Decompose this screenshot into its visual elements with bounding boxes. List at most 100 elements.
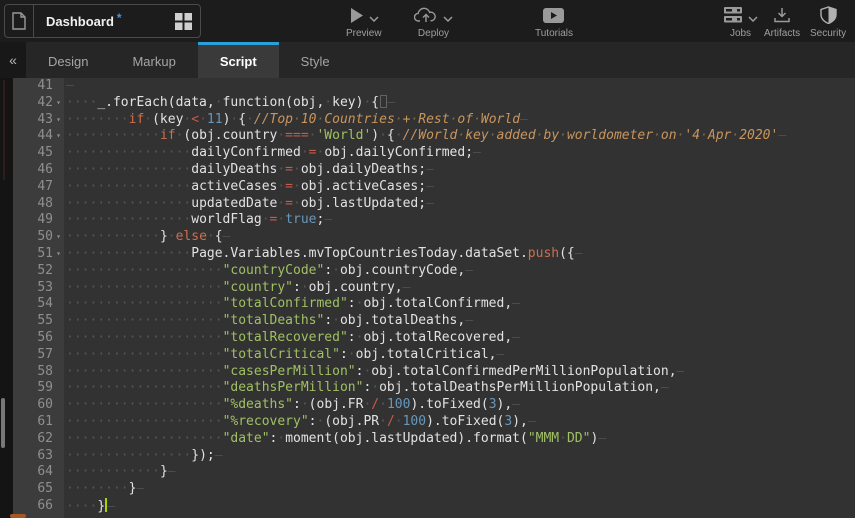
newline-glyph: –	[528, 414, 536, 429]
code-line[interactable]: ········if·(key·<·11)·{·//Top·10·Countri…	[66, 112, 855, 129]
preview-button[interactable]: Preview	[346, 5, 382, 39]
script-editor: 4142▾43▾44▾454647484950▾51▾5253545556575…	[0, 78, 855, 518]
code-line[interactable]: ············}–	[66, 464, 855, 481]
app-window: Dashboard * Preview	[0, 0, 855, 518]
code-line[interactable]: ····················"country":·obj.count…	[66, 280, 855, 297]
code-line[interactable]: ····}–	[66, 498, 855, 515]
annotation-marker	[3, 80, 5, 180]
code-line[interactable]: ····················"totalRecovered":·ob…	[66, 330, 855, 347]
code-line[interactable]: ····················"totalConfirmed":·ob…	[66, 296, 855, 313]
security-label: Security	[810, 28, 846, 39]
code-line[interactable]: ················});–	[66, 448, 855, 465]
cloud-upload-icon	[414, 7, 438, 24]
left-panel-strip	[0, 78, 13, 518]
security-button[interactable]: Security	[810, 5, 846, 39]
code-line[interactable]: ········}–	[66, 481, 855, 498]
fold-slot	[53, 280, 64, 297]
gutter-line-number: 50▾	[13, 229, 64, 246]
code-line[interactable]: ················worldFlag·=·true;–	[66, 212, 855, 229]
gutter: 4142▾43▾44▾454647484950▾51▾5253545556575…	[13, 78, 64, 518]
collapse-panel-button[interactable]: «	[0, 42, 26, 78]
code-line[interactable]: ····················"countryCode":·obj.c…	[66, 263, 855, 280]
tab-script[interactable]: Script	[198, 42, 279, 78]
fold-slot	[53, 364, 64, 381]
tutorials-button[interactable]: Tutorials	[535, 5, 573, 39]
code-line[interactable]: ················dailyConfirmed·=·obj.dai…	[66, 145, 855, 162]
fold-slot	[53, 464, 64, 481]
tab-style[interactable]: Style	[279, 42, 352, 78]
code-line[interactable]: ····················"date":·moment(obj.l…	[66, 431, 855, 448]
jobs-label: Jobs	[730, 28, 751, 39]
deploy-button[interactable]: Deploy	[414, 5, 453, 39]
fold-slot	[53, 448, 64, 465]
gutter-line-number: 44▾	[13, 128, 64, 145]
project-selector[interactable]: Dashboard *	[4, 4, 201, 38]
server-stack-icon	[723, 7, 743, 23]
pages-grid-icon[interactable]	[175, 13, 192, 30]
chevron-down-icon[interactable]	[748, 16, 758, 22]
fold-slot	[53, 347, 64, 364]
editor-scrollbar-thumb[interactable]	[1, 398, 5, 448]
gutter-line-number: 63	[13, 448, 64, 465]
tab-markup[interactable]: Markup	[110, 42, 197, 78]
gutter-line-number: 57	[13, 347, 64, 364]
artifacts-label: Artifacts	[764, 28, 800, 39]
code-line[interactable]: ················updatedDate·=·obj.lastUp…	[66, 196, 855, 213]
code-line[interactable]: ············if·(obj.country·===·'World')…	[66, 128, 855, 145]
fold-arrow-icon[interactable]: ▾	[53, 95, 64, 112]
code-line[interactable]: ····················"totalCritical":·obj…	[66, 347, 855, 364]
page-button[interactable]	[5, 5, 34, 37]
fold-slot	[53, 431, 64, 448]
gutter-line-number: 60	[13, 397, 64, 414]
newline-glyph: –	[677, 364, 685, 379]
gutter-line-number: 65	[13, 481, 64, 498]
newline-glyph: –	[497, 347, 505, 362]
gutter-line-number: 58	[13, 364, 64, 381]
gutter-line-number: 43▾	[13, 112, 64, 129]
code-line[interactable]: ············}·else·{–	[66, 229, 855, 246]
fold-arrow-icon[interactable]: ▾	[53, 246, 64, 263]
artifacts-button[interactable]: Artifacts	[764, 5, 800, 39]
gutter-line-number: 53	[13, 280, 64, 297]
newline-glyph: –	[520, 112, 528, 127]
code-line[interactable]: ················dailyDeaths·=·obj.dailyD…	[66, 162, 855, 179]
code-line[interactable]: ····················"%recovery":·(obj.PR…	[66, 414, 855, 431]
code-line[interactable]: ····················"casesPerMillion":·o…	[66, 364, 855, 381]
newline-glyph: –	[426, 179, 434, 194]
code-line[interactable]: ····_.forEach(data,·function(obj,·key)·{…	[66, 95, 855, 112]
document-icon	[11, 12, 27, 30]
code-line[interactable]: ················Page.Variables.mvTopCoun…	[66, 246, 855, 263]
newline-glyph: –	[426, 162, 434, 177]
code-line[interactable]: ····················"%deaths":·(obj.FR·/…	[66, 397, 855, 414]
newline-glyph: –	[136, 481, 144, 496]
fold-arrow-icon[interactable]: ▾	[53, 112, 64, 129]
gutter-line-number: 66	[13, 498, 64, 515]
fold-slot	[53, 196, 64, 213]
code-line[interactable]: ····················"totalDeaths":·obj.t…	[66, 313, 855, 330]
code-lines[interactable]: –····_.forEach(data,·function(obj,·key)·…	[64, 78, 855, 518]
code-line[interactable]: ················activeCases·=·obj.active…	[66, 179, 855, 196]
gutter-line-number: 55	[13, 313, 64, 330]
code-line[interactable]: ····················"deathsPerMillion":·…	[66, 380, 855, 397]
code-line[interactable]: –	[66, 78, 855, 95]
fold-slot	[53, 145, 64, 162]
chevron-down-icon[interactable]	[369, 16, 379, 22]
top-toolbar: Dashboard * Preview	[0, 0, 855, 42]
unsaved-indicator: *	[117, 11, 122, 25]
shield-icon	[820, 6, 837, 24]
fold-slot	[53, 498, 64, 515]
newline-glyph: –	[215, 448, 223, 463]
fold-arrow-icon[interactable]: ▾	[53, 229, 64, 246]
newline-glyph: –	[473, 145, 481, 160]
project-title: Dashboard	[46, 14, 114, 29]
gutter-line-number: 51▾	[13, 246, 64, 263]
newline-glyph: –	[661, 380, 669, 395]
jobs-button[interactable]: Jobs	[723, 5, 758, 39]
chevron-down-icon[interactable]	[443, 16, 453, 22]
fold-arrow-icon[interactable]: ▾	[53, 128, 64, 145]
video-play-icon	[543, 8, 564, 23]
gutter-line-number: 41	[13, 78, 64, 95]
newline-glyph: –	[66, 78, 74, 93]
tab-design[interactable]: Design	[26, 42, 110, 78]
fold-slot	[53, 313, 64, 330]
